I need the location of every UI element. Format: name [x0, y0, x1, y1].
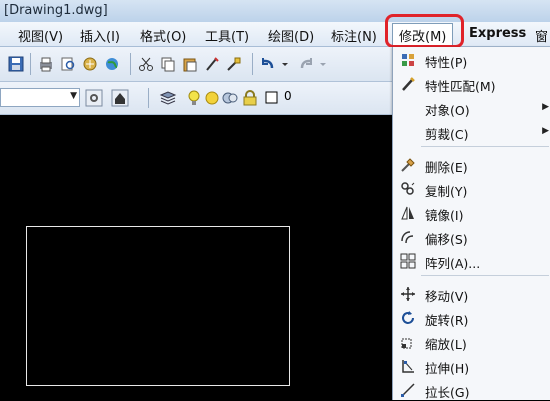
- properties-icon: [399, 51, 417, 69]
- lock-icon[interactable]: [240, 88, 260, 108]
- menu-item-copy[interactable]: 复制(Y): [393, 178, 550, 200]
- array-icon: [399, 252, 417, 270]
- menu-format[interactable]: 格式(O): [140, 26, 186, 45]
- menu-view[interactable]: 视图(V): [18, 26, 63, 45]
- menu-item-clip[interactable]: 剪裁(C) ▶: [393, 121, 550, 143]
- submenu-arrow-icon: ▶: [542, 102, 549, 112]
- menu-item-stretch[interactable]: 拉伸(H): [393, 355, 550, 377]
- workspace-settings-icon[interactable]: [84, 88, 104, 108]
- menu-item-scale[interactable]: 缩放(L): [393, 331, 550, 353]
- menu-item-label: 特性(P): [425, 55, 468, 70]
- drawn-rectangle[interactable]: [26, 226, 290, 386]
- lengthen-icon: [399, 381, 417, 399]
- save-icon[interactable]: [6, 54, 26, 74]
- mirror-icon: [399, 204, 417, 222]
- title-bar: [Drawing1.dwg]: [0, 0, 550, 23]
- menu-item-label: 剪裁(C): [425, 127, 469, 142]
- menu-item-label: 删除(E): [425, 160, 468, 175]
- menu-tools[interactable]: 工具(T): [205, 26, 249, 45]
- menu-item-label: 对象(O): [425, 103, 470, 118]
- menu-item-label: 偏移(S): [425, 232, 468, 247]
- copy-icon: [399, 180, 417, 198]
- block-editor-icon[interactable]: [224, 54, 244, 74]
- menu-item-array[interactable]: 阵列(A)...: [393, 250, 550, 272]
- menu-bar: 视图(V) 插入(I) 格式(O) 工具(T) 绘图(D) 标注(N) 修改(M…: [0, 22, 550, 47]
- rotate-icon: [399, 309, 417, 327]
- menu-item-erase[interactable]: 删除(E): [393, 154, 550, 176]
- toolbar-separator: [30, 53, 31, 75]
- menu-item-label: 拉伸(H): [425, 361, 470, 376]
- layer-name[interactable]: 0: [284, 89, 292, 103]
- window-title: [Drawing1.dwg]: [4, 3, 108, 18]
- menu-item-offset[interactable]: 偏移(S): [393, 226, 550, 248]
- toolbar-separator: [148, 88, 149, 108]
- menu-item-label: 镜像(I): [425, 208, 464, 223]
- copy-clip-icon[interactable]: [158, 54, 178, 74]
- toolbar-separator: [130, 53, 131, 75]
- home-icon[interactable]: [110, 88, 130, 108]
- menu-item-lengthen[interactable]: 拉长(G): [393, 379, 550, 401]
- erase-icon: [399, 156, 417, 174]
- menu-item-label: 阵列(A)...: [425, 256, 481, 271]
- menu-item-object[interactable]: 对象(O) ▶: [393, 97, 550, 119]
- modify-menu: 特性(P) 特性匹配(M) 对象(O) ▶ 剪裁(C) ▶ 删除(E) 复制(Y…: [392, 47, 550, 400]
- menu-item-label: 复制(Y): [425, 184, 468, 199]
- lightbulb-icon[interactable]: [184, 88, 204, 108]
- menu-item-properties[interactable]: 特性(P): [393, 49, 550, 71]
- menu-separator: [421, 146, 549, 147]
- print-preview-icon[interactable]: [58, 54, 78, 74]
- menu-insert[interactable]: 插入(I): [80, 26, 120, 45]
- submenu-arrow-icon: ▶: [542, 126, 549, 136]
- menu-item-label: 旋转(R): [425, 313, 469, 328]
- paste-icon[interactable]: [180, 54, 200, 74]
- menu-draw[interactable]: 绘图(D): [268, 26, 314, 45]
- sun-icon[interactable]: [202, 88, 222, 108]
- menu-separator: [421, 275, 549, 276]
- menu-express[interactable]: Express: [469, 26, 526, 41]
- menu-item-label: 移动(V): [425, 289, 469, 304]
- menu-item-move[interactable]: 移动(V): [393, 283, 550, 305]
- match-properties-icon: [399, 75, 417, 93]
- layer-properties-icon[interactable]: [158, 88, 178, 108]
- publish-icon[interactable]: [80, 54, 100, 74]
- menu-item-label: 缩放(L): [425, 337, 467, 352]
- menu-window[interactable]: 窗: [535, 26, 548, 45]
- undo-icon[interactable]: [258, 54, 292, 74]
- menu-item-label: 拉长(G): [425, 385, 470, 400]
- menu-item-label: 特性匹配(M): [425, 79, 496, 94]
- standard-toolbar: [0, 47, 392, 82]
- viewport-freeze-icon[interactable]: [220, 88, 240, 108]
- scale-icon: [399, 333, 417, 351]
- move-icon: [399, 285, 417, 303]
- dropdown-arrow-icon: ▼: [70, 91, 77, 101]
- cut-icon[interactable]: [136, 54, 156, 74]
- redo-icon[interactable]: [296, 54, 330, 74]
- highlight-annotation: [385, 14, 464, 48]
- layer-color-swatch-icon[interactable]: [262, 88, 282, 108]
- globe-icon[interactable]: [102, 54, 122, 74]
- menu-item-match-properties[interactable]: 特性匹配(M): [393, 73, 550, 95]
- stretch-icon: [399, 357, 417, 375]
- menu-item-partial[interactable]: [0, 26, 16, 41]
- workspace-combo[interactable]: ▼: [0, 88, 80, 107]
- menu-item-rotate[interactable]: 旋转(R): [393, 307, 550, 329]
- offset-icon: [399, 228, 417, 246]
- menu-dimension[interactable]: 标注(N): [331, 26, 377, 45]
- toolbar-separator: [252, 53, 253, 75]
- match-brush-icon[interactable]: [202, 54, 222, 74]
- print-icon[interactable]: [36, 54, 56, 74]
- menu-item-mirror[interactable]: 镜像(I): [393, 202, 550, 224]
